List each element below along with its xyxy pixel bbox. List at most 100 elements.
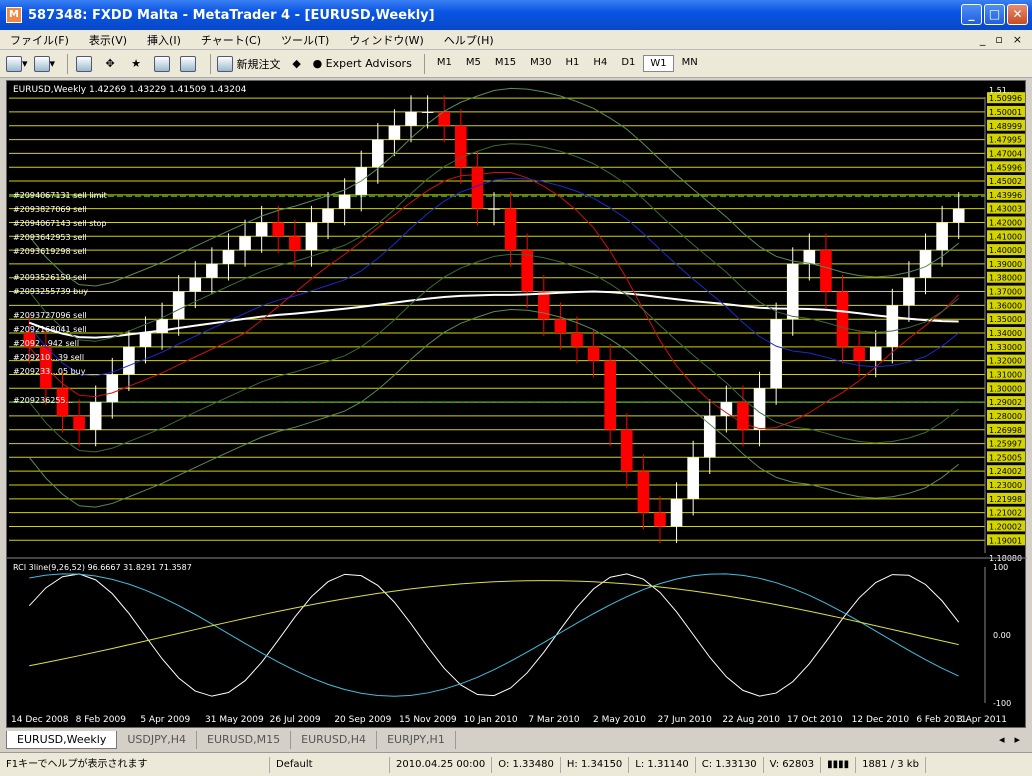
candle-body bbox=[670, 498, 683, 527]
price-level-label: 1.47995 bbox=[989, 136, 1022, 145]
metaeditor-button[interactable]: ◆ bbox=[287, 54, 307, 74]
timeframe-h1[interactable]: H1 bbox=[560, 55, 586, 72]
timeframe-bar: M1 M5 M15 M30 H1 H4 D1 W1 MN bbox=[431, 55, 706, 72]
status-help: F1キーでヘルプが表示されます bbox=[0, 756, 270, 773]
candle-body bbox=[886, 305, 899, 347]
new-chart-button[interactable]: ▾ bbox=[6, 54, 28, 74]
date-axis-label: 26 Jul 2009 bbox=[270, 715, 321, 725]
candle-body bbox=[703, 415, 716, 458]
rci-mid-line bbox=[29, 573, 959, 697]
candle-body bbox=[554, 319, 567, 334]
candle-body bbox=[820, 250, 832, 292]
chart-tab[interactable]: EURUSD,Weekly bbox=[6, 731, 118, 749]
chart-tab[interactable]: EURUSD,M15 bbox=[197, 731, 292, 749]
rci-level-label: 0.00 bbox=[993, 631, 1011, 640]
connection-icon: ▮▮▮▮ bbox=[821, 756, 857, 773]
mdi-close-button[interactable]: × bbox=[1013, 33, 1022, 46]
status-close: C: 1.33130 bbox=[696, 756, 764, 773]
candle-body bbox=[620, 429, 633, 472]
profiles-button[interactable]: ▾ bbox=[33, 54, 55, 74]
bollinger-inner-lower-line bbox=[28, 253, 960, 453]
timeframe-m15[interactable]: M15 bbox=[489, 55, 522, 72]
chart-tabs: EURUSD,Weekly USDJPY,H4 EURUSD,M15 EURUSD,H… bbox=[6, 731, 1026, 749]
timeframe-w1[interactable]: W1 bbox=[643, 55, 674, 72]
chart-tab[interactable]: EURUSD,H4 bbox=[291, 731, 378, 749]
app-icon: M bbox=[6, 7, 22, 23]
chart-tab[interactable]: EURJPY,H1 bbox=[377, 731, 456, 749]
menu-window[interactable]: ウィンドウ(W) bbox=[339, 32, 433, 48]
status-volume: V: 62803 bbox=[764, 756, 822, 773]
price-chart[interactable]: 1.50996 1.50001 1.48999 1.47995 1.47004 1.459… bbox=[7, 81, 1027, 729]
candle-body bbox=[421, 111, 434, 113]
order-label: #209233...05 buy bbox=[13, 367, 86, 376]
mdi-restore-button[interactable]: ▫ bbox=[995, 33, 1002, 46]
price-level-label: 1.50996 bbox=[989, 94, 1022, 103]
price-level-label: 1.35000 bbox=[989, 315, 1022, 324]
favorites-button[interactable]: ★ bbox=[126, 54, 146, 74]
toolbar: ▾ ▾ ✥ ★ 新規注文 ◆ ● Expert Advisors M1 M5 M15… bbox=[0, 50, 1032, 78]
order-label: #2092...942 sell bbox=[13, 339, 79, 348]
price-level-label: 1.38000 bbox=[989, 274, 1022, 283]
date-axis-label: 31 May 2009 bbox=[205, 715, 264, 725]
window-title: 587348: FXDD Malta - MetaTrader 4 - [EUR… bbox=[28, 7, 435, 23]
candle-body bbox=[521, 250, 534, 292]
date-axis-label: 3 Apr 2011 bbox=[957, 715, 1007, 725]
menu-view[interactable]: 表示(V) bbox=[79, 32, 137, 48]
order-label: #2094067131 sell limit bbox=[13, 191, 107, 200]
status-datetime: 2010.04.25 00:00 bbox=[390, 756, 493, 773]
date-axis-label: 5 Apr 2009 bbox=[140, 715, 190, 725]
menu-bar: ファイル(F) 表示(V) 挿入(I) チャート(C) ツール(T) ウィンドウ… bbox=[0, 30, 1032, 50]
price-level-label: 1.20002 bbox=[989, 522, 1022, 531]
price-level-label: 1.34000 bbox=[989, 329, 1022, 338]
expert-advisors-button[interactable]: ● Expert Advisors bbox=[313, 54, 412, 74]
candle-body bbox=[571, 333, 583, 347]
close-button[interactable]: ✕ bbox=[1007, 4, 1028, 25]
candle-body bbox=[786, 263, 799, 320]
price-level-label: 1.40000 bbox=[989, 246, 1022, 255]
candle-body bbox=[123, 346, 135, 375]
timeframe-m5[interactable]: M5 bbox=[460, 55, 487, 72]
menu-help[interactable]: ヘルプ(H) bbox=[434, 32, 504, 48]
order-label: #209210...39 sell bbox=[13, 353, 84, 362]
menu-file[interactable]: ファイル(F) bbox=[0, 32, 79, 48]
timeframe-mn[interactable]: MN bbox=[676, 55, 704, 72]
tab-scroll-left-icon[interactable]: ◂ bbox=[999, 731, 1005, 749]
menu-tools[interactable]: ツール(T) bbox=[271, 32, 339, 48]
order-label: #209236255... bbox=[13, 396, 73, 405]
price-level-label: 1.30000 bbox=[989, 384, 1022, 393]
terminal-button[interactable] bbox=[178, 54, 198, 74]
navigator-button[interactable] bbox=[152, 54, 172, 74]
candle-body bbox=[504, 208, 517, 251]
price-level-label: 1.19001 bbox=[989, 536, 1022, 545]
candle-body bbox=[770, 319, 782, 389]
timeframe-h4[interactable]: H4 bbox=[587, 55, 613, 72]
timeframe-d1[interactable]: D1 bbox=[615, 55, 641, 72]
price-level-label: 1.24002 bbox=[989, 467, 1022, 476]
menu-insert[interactable]: 挿入(I) bbox=[137, 32, 191, 48]
candle-body bbox=[372, 139, 384, 168]
chart-window[interactable]: 1.50996 1.50001 1.48999 1.47995 1.47004 1.459… bbox=[6, 80, 1027, 729]
timeframe-m30[interactable]: M30 bbox=[524, 55, 557, 72]
tab-scroll-right-icon[interactable]: ▸ bbox=[1014, 731, 1020, 749]
candle-body bbox=[803, 250, 816, 264]
maximize-button[interactable]: □ bbox=[984, 4, 1005, 25]
tab-list: EURUSD,Weekly USDJPY,H4 EURUSD,M15 EURUSD,H… bbox=[6, 731, 456, 749]
minimize-button[interactable]: _ bbox=[961, 4, 982, 25]
candle-body bbox=[272, 222, 285, 237]
timeframe-m1[interactable]: M1 bbox=[431, 55, 458, 72]
date-axis-label: 20 Sep 2009 bbox=[334, 715, 391, 725]
new-order-button[interactable]: 新規注文 bbox=[217, 54, 281, 74]
candle-body bbox=[687, 457, 699, 499]
mdi-minimize-button[interactable]: _ bbox=[980, 33, 986, 46]
date-axis-label: 14 Dec 2008 bbox=[11, 715, 69, 725]
date-axis-label: 7 Mar 2010 bbox=[528, 715, 580, 725]
candle-body bbox=[139, 333, 152, 347]
candle-body bbox=[222, 250, 235, 264]
rci-level-label: -100 bbox=[993, 699, 1011, 708]
price-level-label: 1.42000 bbox=[989, 218, 1022, 227]
market-watch-button[interactable] bbox=[74, 54, 94, 74]
chart-tab[interactable]: USDJPY,H4 bbox=[117, 731, 197, 749]
status-traffic: 1881 / 3 kb bbox=[856, 756, 926, 773]
menu-chart[interactable]: チャート(C) bbox=[191, 32, 271, 48]
crosshair-button[interactable]: ✥ bbox=[100, 54, 120, 74]
